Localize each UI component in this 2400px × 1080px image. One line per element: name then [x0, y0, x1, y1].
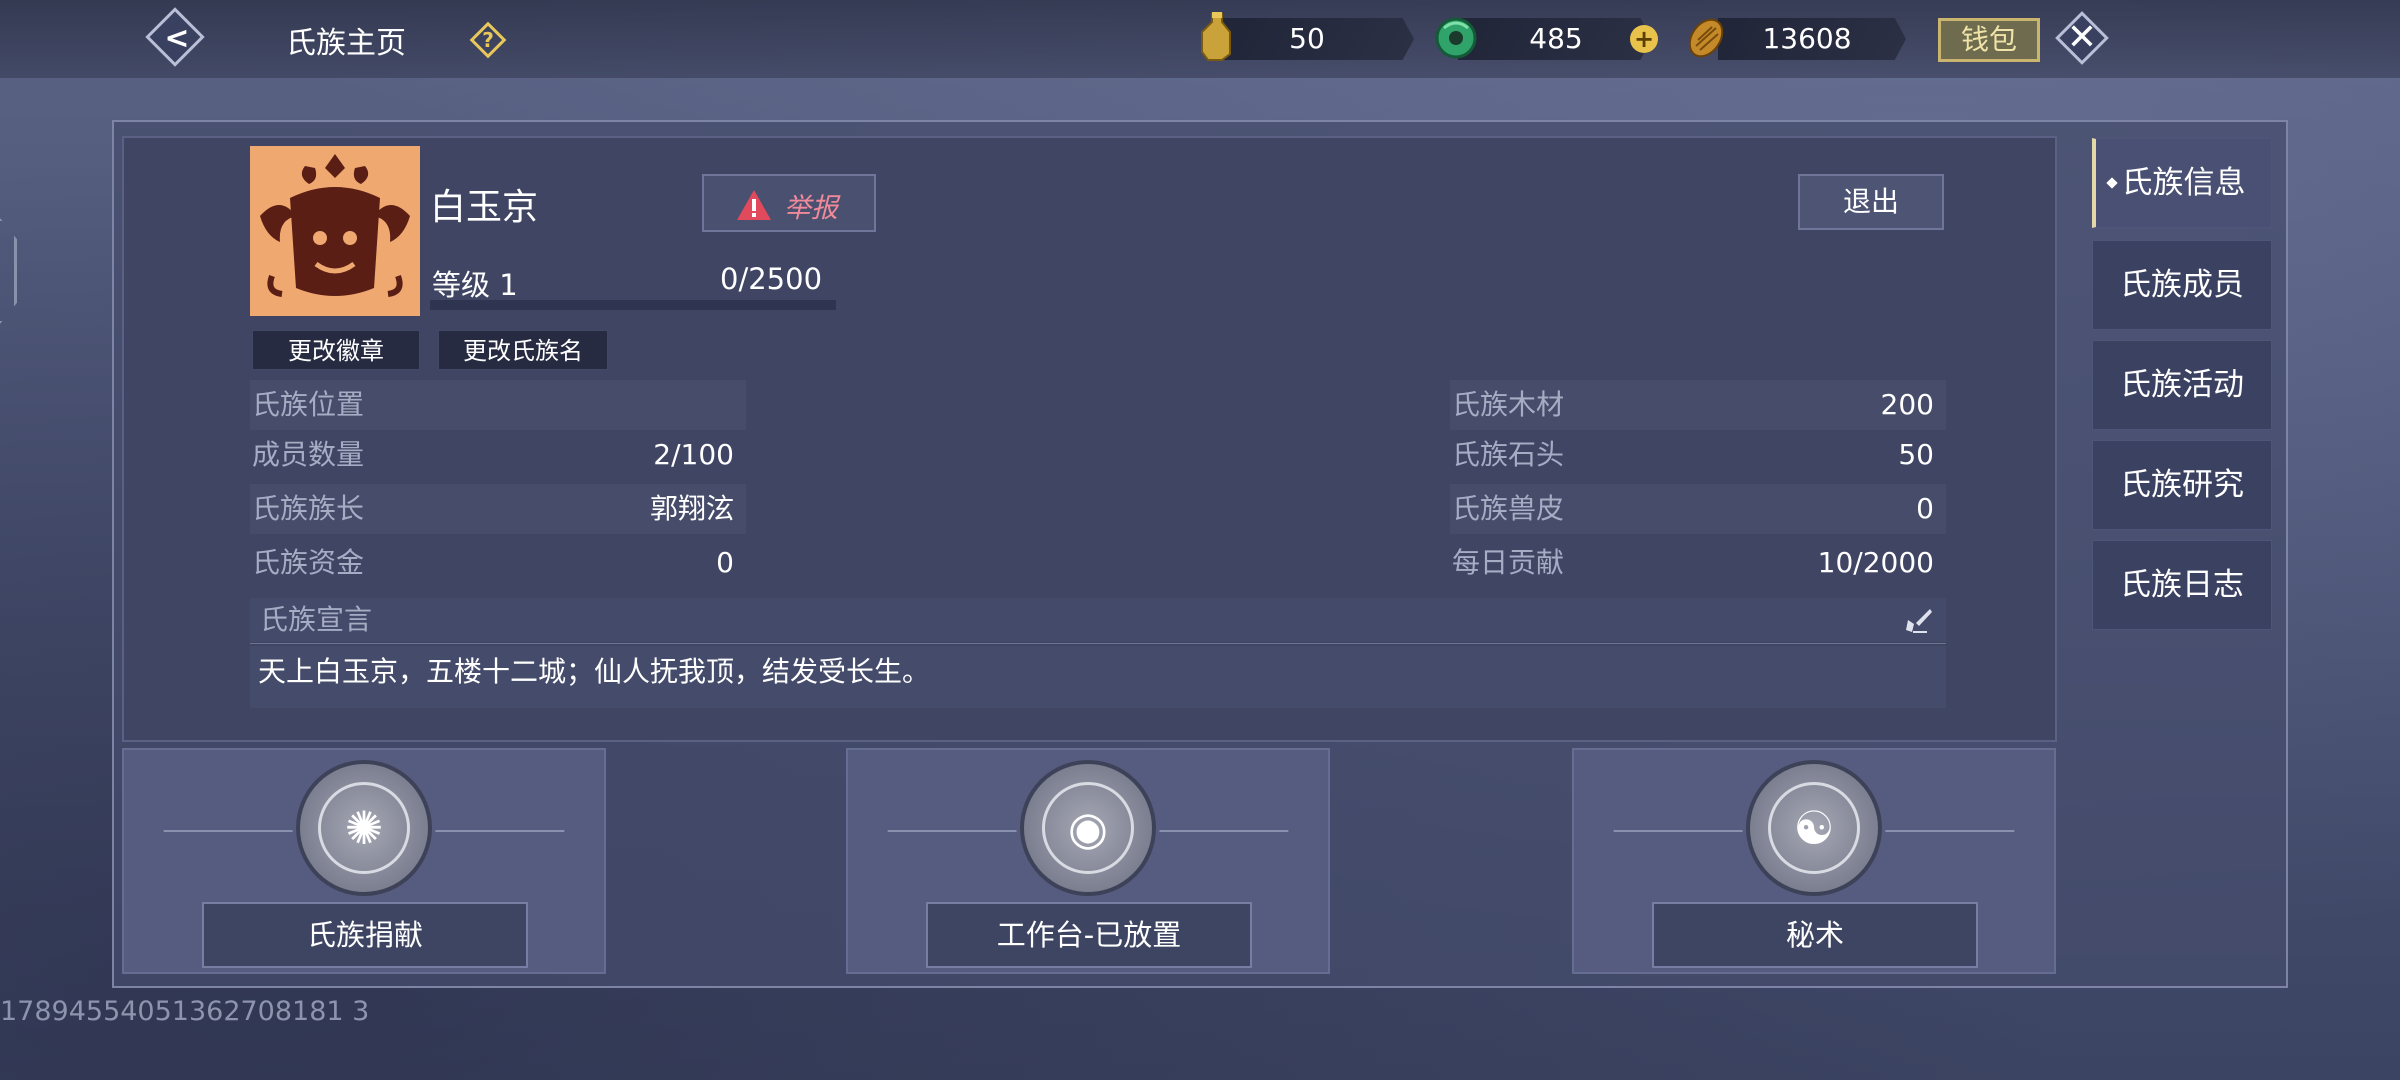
stat-value: 2/100	[653, 438, 734, 471]
stat-label: 氏族木材	[1452, 388, 1565, 421]
stat-label: 氏族兽皮	[1452, 492, 1565, 525]
stat-row-location: 氏族位置	[250, 380, 746, 430]
stat-label: 氏族族长	[252, 492, 365, 525]
question-mark-icon: ?	[482, 28, 494, 52]
tab-clan-info[interactable]: 氏族信息	[2092, 138, 2272, 228]
clan-name: 白玉京	[430, 187, 539, 228]
secret-art-card[interactable]: ☯ 秘术	[1572, 748, 2056, 974]
stat-row-wood: 氏族木材 200	[1450, 380, 1946, 430]
eye-emblem-icon: ◉	[1020, 760, 1156, 896]
close-button[interactable]: ✕	[2054, 10, 2110, 66]
change-clan-name-button[interactable]: 更改氏族名	[438, 330, 608, 370]
stat-row-funds: 氏族资金 0	[250, 538, 746, 588]
workbench-card[interactable]: ◉ 工作台-已放置	[846, 748, 1330, 974]
wallet-button[interactable]: 钱包	[1938, 18, 2040, 62]
page-title: 氏族主页	[286, 26, 406, 61]
stat-row-daily-contribution: 每日贡献 10/2000	[1450, 538, 1946, 588]
declaration-divider	[250, 643, 1946, 644]
change-emblem-button[interactable]: 更改徽章	[252, 330, 420, 370]
stat-label: 氏族资金	[252, 546, 365, 579]
report-button[interactable]: 举报	[702, 174, 876, 232]
clan-exp-bar	[430, 300, 836, 310]
clan-emblem-image	[250, 146, 420, 316]
tab-clan-members[interactable]: 氏族成员	[2092, 240, 2272, 330]
stat-value: 0	[716, 546, 734, 579]
tab-clan-research[interactable]: 氏族研究	[2092, 440, 2272, 530]
stat-value: 10/2000	[1817, 546, 1934, 579]
secret-art-button[interactable]: 秘术	[1652, 902, 1978, 968]
stat-value: 50	[1898, 438, 1934, 471]
stat-value: 0	[1916, 492, 1934, 525]
donate-button[interactable]: 氏族捐献	[202, 902, 528, 968]
stat-row-hide: 氏族兽皮 0	[1450, 484, 1946, 534]
workbench-button[interactable]: 工作台-已放置	[926, 902, 1252, 968]
tab-clan-log[interactable]: 氏族日志	[2092, 540, 2272, 630]
player-id-text: 17894554051362708181 3	[0, 996, 370, 1027]
side-drawer-handle[interactable]	[0, 218, 17, 324]
edit-brush-icon[interactable]	[1904, 606, 1934, 636]
clan-level: 等级 1	[432, 268, 518, 302]
declaration-header: 氏族宣言	[250, 598, 1946, 642]
back-arrow-icon: <	[164, 21, 190, 56]
stat-row-members: 成员数量 2/100	[250, 430, 746, 480]
declaration-text: 天上白玉京，五楼十二城；仙人抚我顶，结发受长生。	[258, 655, 931, 688]
stat-row-leader: 氏族族长 郭翔泫	[250, 484, 746, 534]
donate-card[interactable]: ✺ 氏族捐献	[122, 748, 606, 974]
stat-label: 成员数量	[252, 438, 365, 471]
clan-exp-value: 0/2500	[720, 262, 823, 296]
help-button[interactable]: ?	[468, 20, 508, 60]
warning-icon	[737, 190, 771, 220]
tab-clan-activities[interactable]: 氏族活动	[2092, 340, 2272, 430]
currency-value-jade: 485	[1529, 22, 1583, 55]
stat-value: 200	[1880, 388, 1934, 421]
currency-value-bottle: 50	[1289, 22, 1325, 55]
exit-clan-button[interactable]: 退出	[1798, 174, 1944, 230]
back-button[interactable]: <	[145, 7, 206, 68]
swirl-emblem-icon: ✺	[296, 760, 432, 896]
stat-label: 每日贡献	[1452, 546, 1565, 579]
stat-value: 郭翔泫	[649, 492, 734, 525]
stat-label: 氏族位置	[252, 388, 365, 421]
stat-label: 氏族石头	[1452, 438, 1565, 471]
currency-value-shell: 13608	[1762, 22, 1852, 55]
close-icon: ✕	[2066, 17, 2098, 58]
declaration-label: 氏族宣言	[260, 603, 373, 636]
stat-row-stone: 氏族石头 50	[1450, 430, 1946, 480]
jade-coin-icon	[1435, 17, 1477, 59]
report-label: 举报	[784, 193, 838, 224]
wave-emblem-icon: ☯	[1746, 760, 1882, 896]
add-currency-plus-icon[interactable]: +	[1630, 25, 1658, 53]
